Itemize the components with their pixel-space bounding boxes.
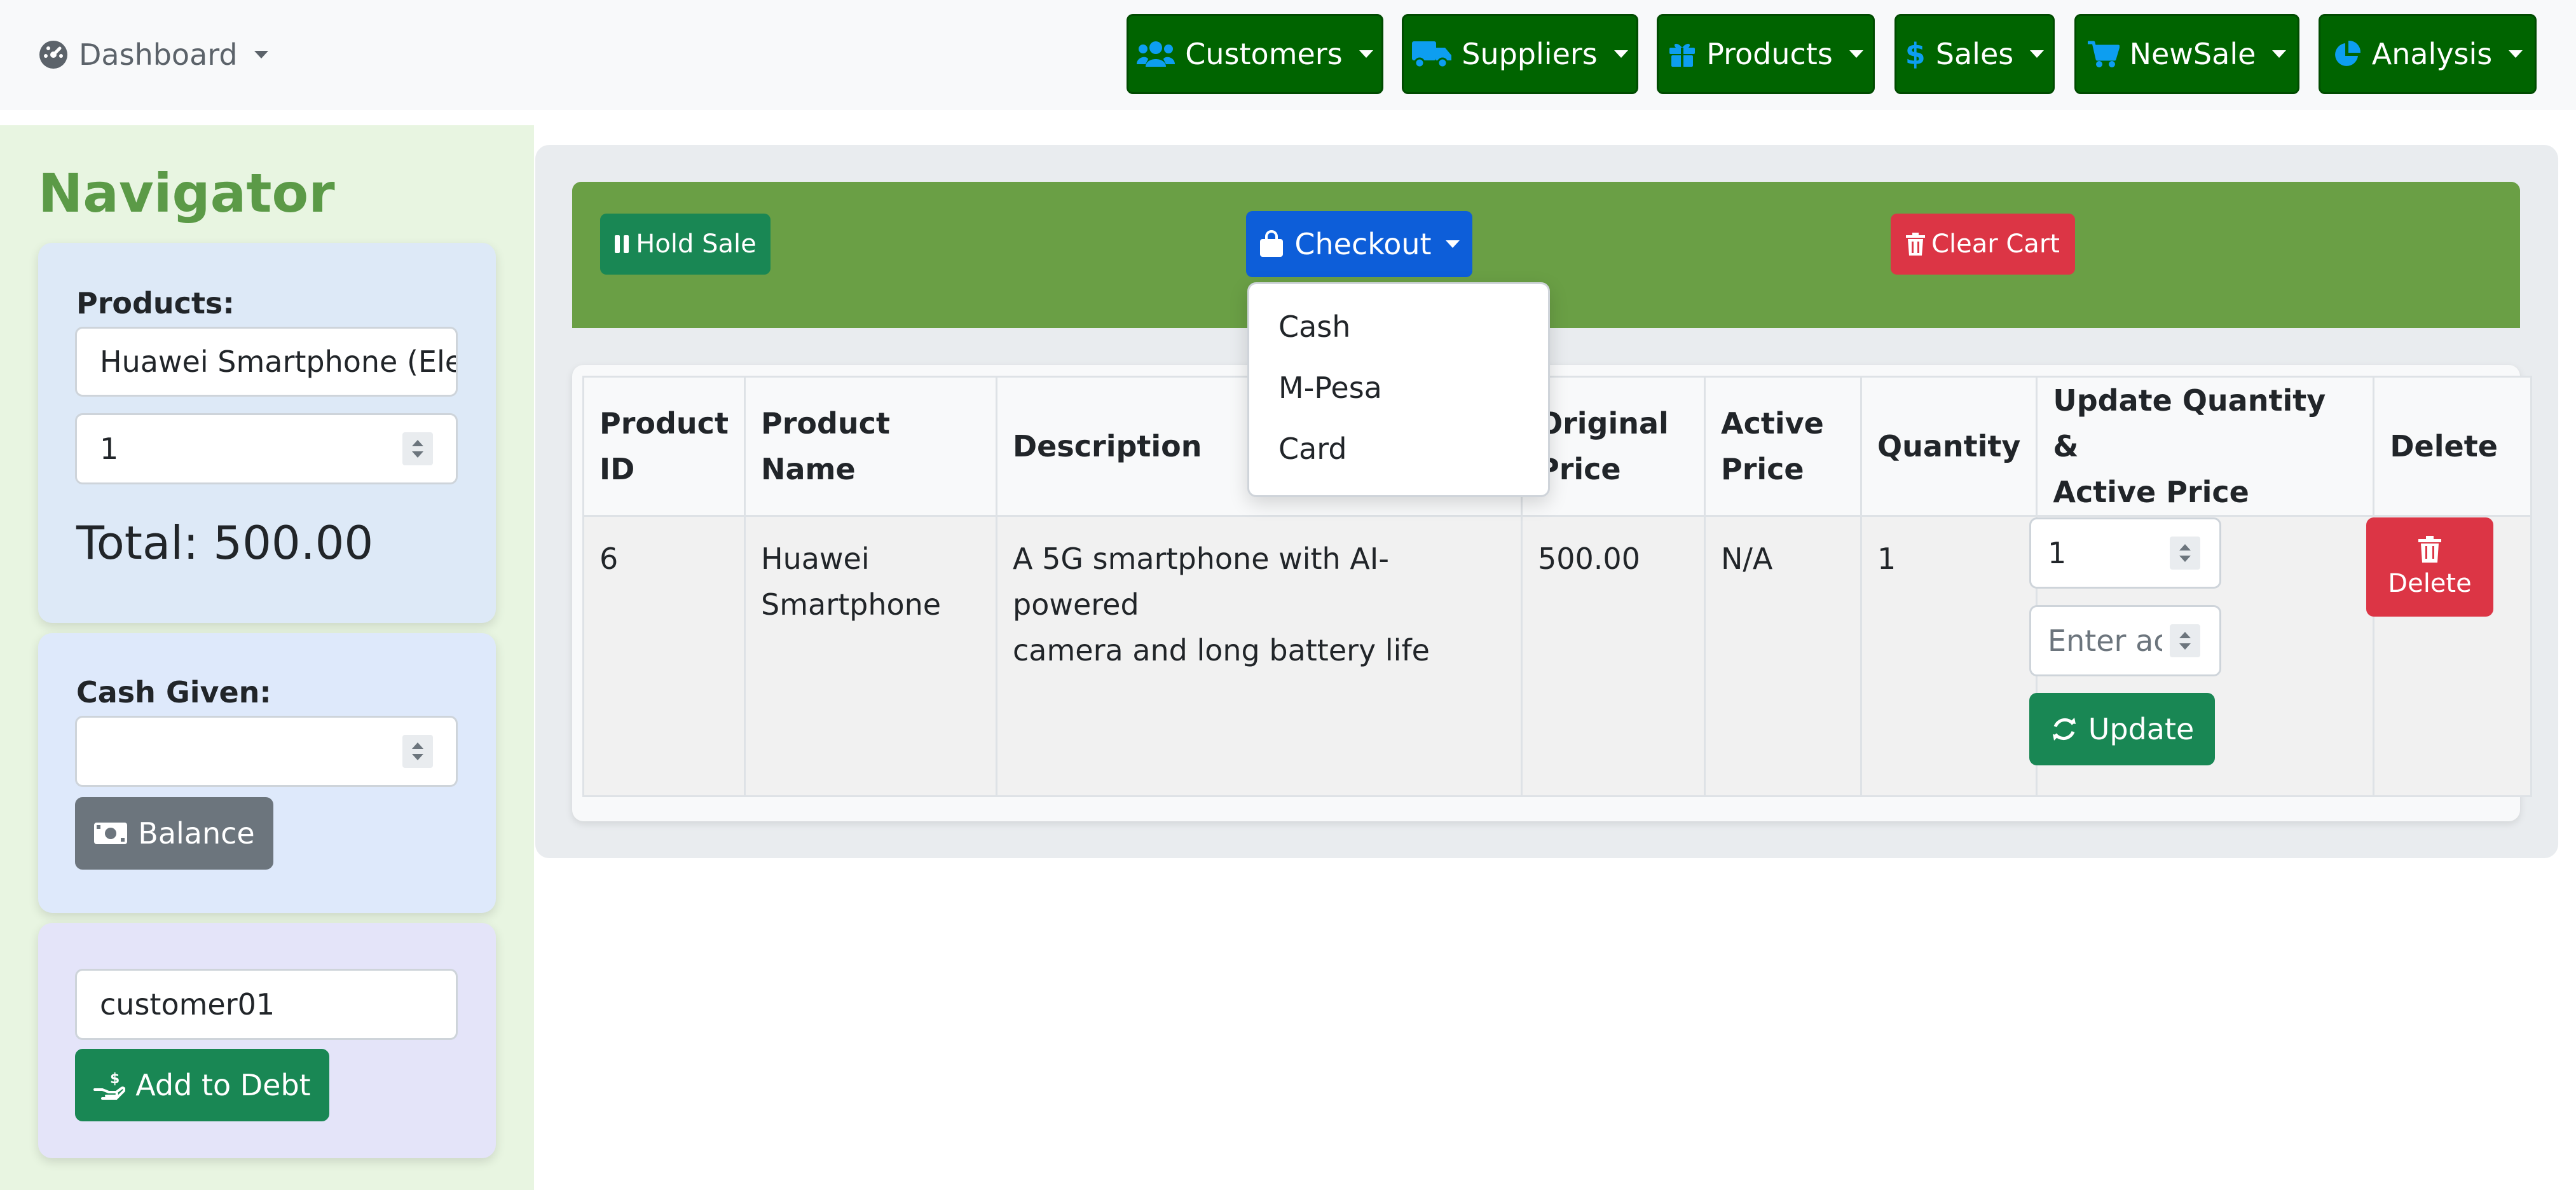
dollar-icon: $: [1905, 37, 1926, 71]
chevron-down-icon: [1359, 50, 1373, 58]
row-quantity-stepper-icon[interactable]: [2170, 537, 2200, 570]
analysis-menu-button[interactable]: Analysis: [2319, 14, 2537, 94]
sales-menu-label: Sales: [1935, 37, 2014, 71]
customers-menu-button[interactable]: Customers: [1127, 14, 1383, 94]
chevron-down-icon: [254, 51, 268, 58]
money-bill-icon: [93, 822, 128, 845]
users-icon: [1137, 40, 1175, 68]
quantity-value: 1: [100, 432, 119, 466]
customers-menu-label: Customers: [1185, 37, 1343, 71]
customer-value: customer01: [100, 987, 275, 1022]
customer-debt-card: [38, 923, 496, 1158]
truck-icon: [1412, 40, 1452, 68]
row-active-price-input[interactable]: Enter active price: [2029, 605, 2221, 676]
table-row: 6 Huawei Smartphone A 5G smartphone with …: [582, 515, 2533, 797]
row-quantity-input[interactable]: 1: [2029, 517, 2221, 589]
products-label: Products:: [76, 286, 235, 320]
chevron-down-icon: [1849, 50, 1863, 58]
cell-description: A 5G smartphone with AI-powered camera an…: [996, 515, 1523, 797]
hand-dollar-icon: $: [93, 1070, 126, 1100]
dashboard-dropdown-toggle[interactable]: Dashboard: [38, 36, 268, 74]
chevron-down-icon: [2509, 50, 2523, 58]
sidebar-title: Navigator: [38, 162, 335, 224]
header-delete: Delete: [2373, 376, 2533, 517]
gift-icon: [1668, 40, 1696, 68]
clear-cart-label: Clear Cart: [1931, 229, 2060, 259]
trash-icon: [1906, 233, 1926, 256]
dashboard-gauge-icon: [38, 39, 69, 70]
row-price-stepper-icon[interactable]: [2170, 624, 2200, 657]
delete-button[interactable]: Delete: [2366, 517, 2493, 617]
cell-product-name: Huawei Smartphone: [744, 515, 997, 797]
refresh-icon: [2050, 715, 2078, 743]
cart-icon: [2087, 40, 2120, 68]
row-active-price-placeholder: Enter active price: [2048, 624, 2162, 658]
cell-product-id: 6: [582, 515, 746, 797]
checkout-button[interactable]: Checkout: [1246, 211, 1472, 277]
shopping-bag-icon: [1259, 230, 1284, 258]
header-product-id: Product ID: [582, 376, 746, 517]
header-update: Update Quantity & Active Price: [2036, 376, 2375, 517]
product-select-value: Huawei Smartphone (Electronics): [100, 345, 456, 379]
clear-cart-button[interactable]: Clear Cart: [1891, 214, 2075, 275]
chevron-down-icon: [1445, 240, 1460, 248]
header-quantity: Quantity: [1860, 376, 2038, 517]
checkout-label: Checkout: [1294, 227, 1432, 261]
add-to-debt-label: Add to Debt: [135, 1068, 311, 1102]
header-active-price: Active Price: [1704, 376, 1862, 517]
chevron-down-icon: [1613, 50, 1628, 58]
cell-quantity: 1: [1860, 515, 2038, 797]
cell-original-price: 500.00: [1521, 515, 1706, 797]
newsale-menu-label: NewSale: [2129, 37, 2256, 71]
products-menu-label: Products: [1706, 37, 1833, 71]
balance-button-label: Balance: [138, 816, 255, 851]
checkout-dropdown-menu: Cash M-Pesa Card: [1247, 282, 1550, 497]
suppliers-menu-label: Suppliers: [1462, 37, 1598, 71]
quantity-input[interactable]: 1: [75, 413, 458, 484]
header-product-name: Product Name: [744, 376, 997, 517]
chevron-down-icon: [2030, 50, 2045, 58]
cash-given-input[interactable]: [75, 716, 458, 787]
newsale-menu-button[interactable]: NewSale: [2074, 14, 2299, 94]
product-select-input[interactable]: Huawei Smartphone (Electronics): [75, 327, 458, 397]
checkout-option-mpesa[interactable]: M-Pesa: [1278, 371, 1382, 405]
balance-button[interactable]: Balance: [75, 797, 273, 870]
row-quantity-value: 1: [2048, 536, 2067, 570]
cash-given-label: Cash Given:: [76, 675, 271, 709]
hold-sale-label: Hold Sale: [636, 229, 757, 259]
checkout-option-cash[interactable]: Cash: [1278, 310, 1350, 344]
add-to-debt-button[interactable]: $ Add to Debt: [75, 1049, 329, 1121]
dashboard-label: Dashboard: [79, 38, 238, 72]
checkout-option-card[interactable]: Card: [1278, 432, 1347, 466]
products-menu-button[interactable]: Products: [1657, 14, 1875, 94]
cart-total: Total: 500.00: [76, 516, 374, 570]
update-button[interactable]: Update: [2029, 693, 2215, 765]
svg-text:$: $: [110, 1071, 120, 1087]
cell-active-price: N/A: [1704, 515, 1862, 797]
trash-icon: [2418, 536, 2441, 563]
suppliers-menu-button[interactable]: Suppliers: [1402, 14, 1638, 94]
sales-menu-button[interactable]: $ Sales: [1894, 14, 2055, 94]
hold-sale-button[interactable]: Hold Sale: [600, 214, 771, 275]
customer-input[interactable]: customer01: [75, 969, 458, 1040]
update-button-label: Update: [2088, 712, 2195, 746]
delete-button-label: Delete: [2388, 569, 2472, 598]
quantity-stepper-icon[interactable]: [402, 432, 433, 465]
cart-table: Product ID Product Name Description Origi…: [582, 376, 2533, 797]
pause-icon: [614, 235, 629, 254]
analysis-menu-label: Analysis: [2371, 37, 2493, 71]
table-header-row: Product ID Product Name Description Origi…: [582, 376, 2533, 517]
chevron-down-icon: [2272, 50, 2287, 58]
cash-stepper-icon[interactable]: [402, 735, 433, 768]
pie-chart-icon: [2333, 39, 2362, 69]
